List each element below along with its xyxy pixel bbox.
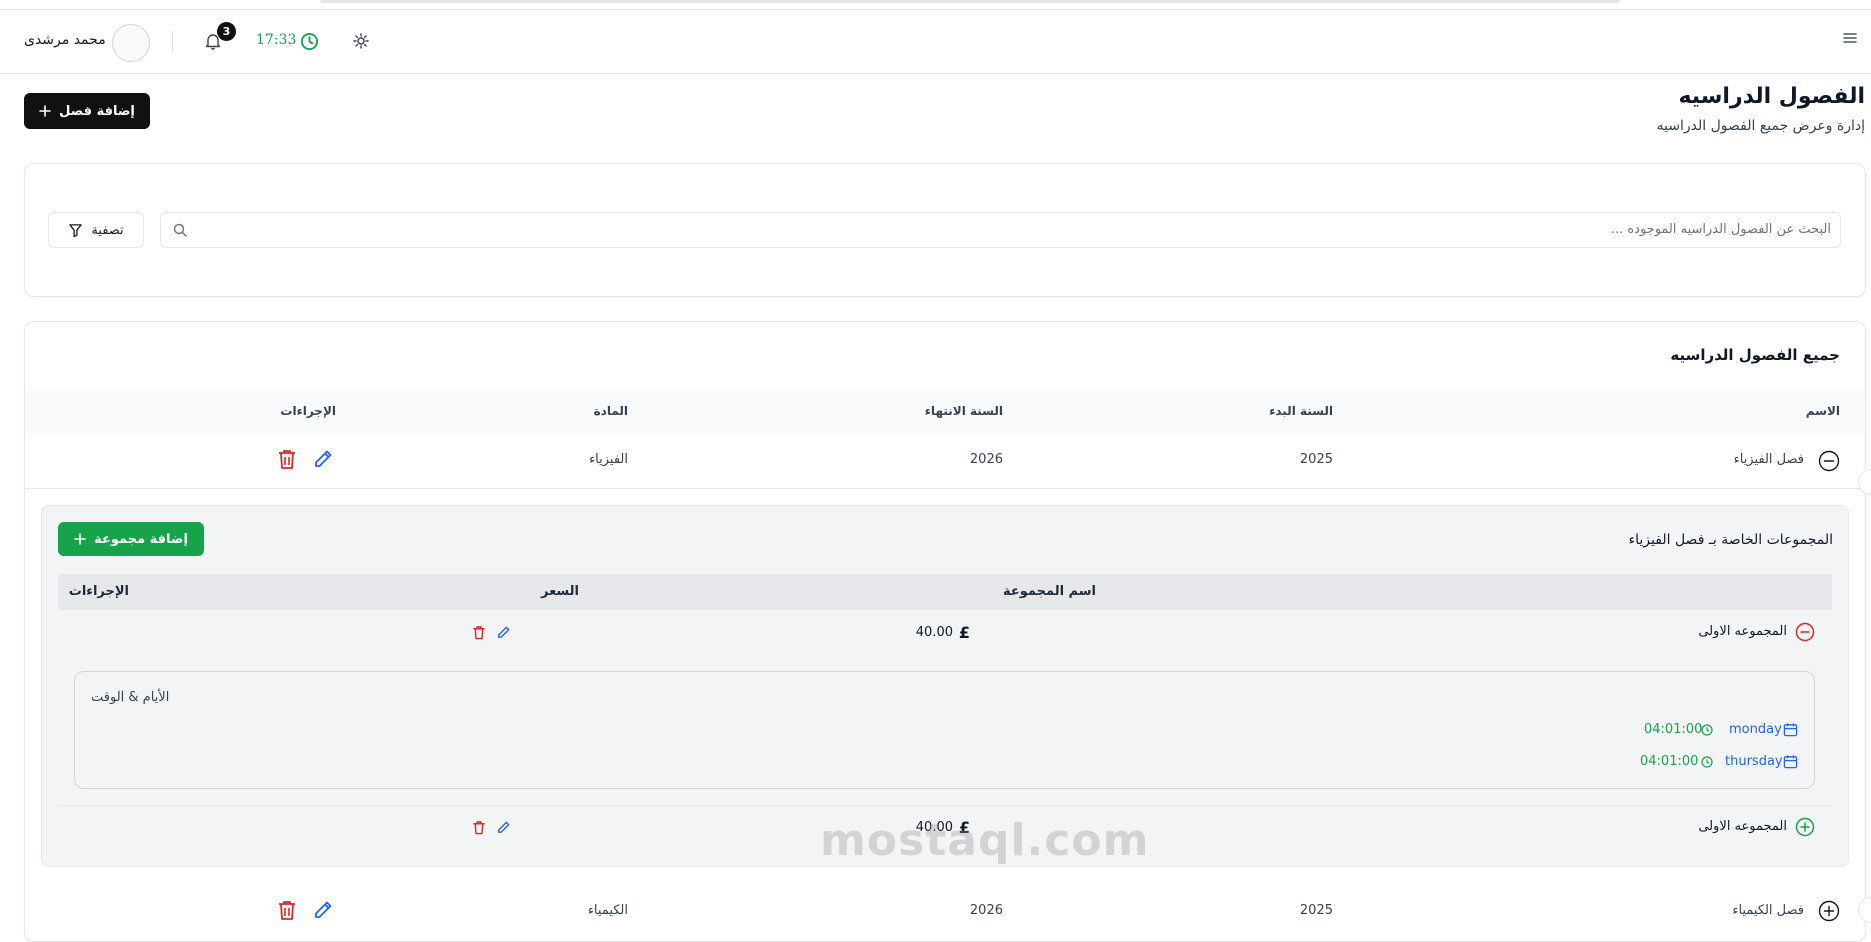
page-title: الفصول الدراسيه <box>1678 84 1865 109</box>
expand-group-icon[interactable] <box>1795 817 1815 837</box>
add-group-button[interactable]: إضافة مجموعة <box>58 522 204 556</box>
clock-icon <box>1701 724 1713 736</box>
clock-icon <box>1701 756 1713 768</box>
top-scroll-indicator <box>320 0 1620 3</box>
groups-table-header <box>58 574 1832 610</box>
header-divider <box>172 30 173 54</box>
delete-trash-icon[interactable] <box>277 899 297 921</box>
group-name: المجموعه الاولى <box>1698 624 1787 639</box>
edit-pencil-icon[interactable] <box>312 448 334 470</box>
delete-trash-icon[interactable] <box>472 820 486 835</box>
row-class-name: فصل الكيمياء <box>1732 903 1804 918</box>
collapse-row-icon[interactable] <box>1818 450 1840 472</box>
row-start-year: 2025 <box>1299 903 1333 918</box>
row-subject: الكيمياء <box>587 903 628 918</box>
notification-badge: 3 <box>217 22 236 41</box>
edit-pencil-icon[interactable] <box>496 820 511 835</box>
schedule-day: thursday <box>1725 754 1783 769</box>
search-input[interactable] <box>160 212 1841 248</box>
filter-button[interactable]: تصفية <box>48 212 144 248</box>
user-name: محمد مرشدى <box>24 32 106 48</box>
add-group-label: إضافة مجموعة <box>94 531 188 547</box>
group-row-divider <box>58 805 1832 806</box>
search-placeholder: البحث عن الفصول الدراسيه الموجوده ... <box>1610 222 1831 237</box>
row-end-year: 2026 <box>969 903 1003 918</box>
delete-trash-icon[interactable] <box>277 448 297 470</box>
calendar-icon <box>1783 722 1798 737</box>
schedule-title: الأيام & الوقت <box>91 690 170 705</box>
edit-pencil-icon[interactable] <box>496 625 511 640</box>
plus-icon <box>74 533 86 545</box>
currency-symbol: £ <box>958 623 970 642</box>
row-start-year: 2025 <box>1299 452 1333 467</box>
groups-column-actions: الإجراءات <box>68 584 129 599</box>
column-header-actions: الإجراءات <box>280 404 336 418</box>
groups-column-price: السعر <box>541 584 579 599</box>
theme-toggle-sun-icon[interactable] <box>353 33 369 49</box>
page-subtitle: إدارة وعرض جميع الفصول الدراسيه <box>1656 118 1866 134</box>
hamburger-menu-icon[interactable] <box>1843 32 1857 44</box>
edit-pencil-icon[interactable] <box>312 899 334 921</box>
column-header-end-year: السنة الانتهاء <box>924 404 1003 418</box>
current-time: 17:33 <box>256 32 297 48</box>
schedule-box <box>74 671 1815 789</box>
schedule-time: 04:01:00 <box>1644 722 1703 737</box>
groups-title: المجموعات الخاصة بـ فصل الفيزياء <box>1628 532 1833 548</box>
add-class-label: إضافة فصل <box>59 103 135 119</box>
delete-trash-icon[interactable] <box>472 625 486 640</box>
schedule-day: monday <box>1729 722 1782 737</box>
column-header-start-year: السنة البدء <box>1269 404 1333 418</box>
clock-icon <box>300 32 319 51</box>
filter-icon <box>68 223 83 238</box>
column-header-name: الاسم <box>1805 404 1840 418</box>
column-header-subject: المادة <box>593 404 628 418</box>
group-price: 40.00 <box>915 625 953 640</box>
row-class-name: فصل الفيزياء <box>1733 452 1804 467</box>
search-icon <box>173 223 187 237</box>
groups-column-name: اسم المجموعة <box>1002 584 1096 599</box>
group-name: المجموعه الاولى <box>1698 819 1787 834</box>
watermark: mostaql.com <box>820 815 1150 866</box>
row-subject: الفيزياء <box>589 452 628 467</box>
plus-icon <box>39 105 51 117</box>
collapse-group-icon[interactable] <box>1795 622 1815 642</box>
row-divider <box>25 488 1865 489</box>
filter-label: تصفية <box>91 222 124 238</box>
schedule-time: 04:01:00 <box>1640 754 1699 769</box>
avatar[interactable] <box>112 24 150 62</box>
card-title: جميع الفصول الدراسيه <box>1670 346 1840 364</box>
add-class-button[interactable]: إضافة فصل <box>24 93 150 129</box>
row-end-year: 2026 <box>969 452 1003 467</box>
expand-row-icon[interactable] <box>1818 900 1840 922</box>
calendar-icon <box>1783 754 1798 769</box>
